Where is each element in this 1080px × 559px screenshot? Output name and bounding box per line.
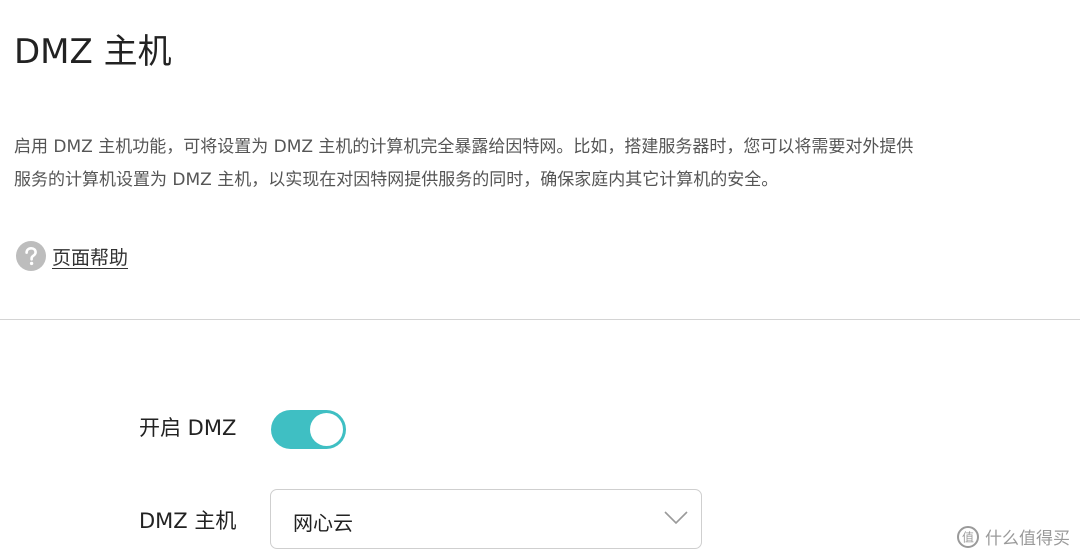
question-circle-icon xyxy=(16,241,46,271)
enable-dmz-label: 开启 DMZ xyxy=(139,416,237,440)
smzdm-logo-icon: 值 xyxy=(957,525,979,548)
dmz-host-selected-value: 网心云 xyxy=(293,511,353,535)
toggle-knob xyxy=(310,413,343,446)
page-help-link[interactable]: 页面帮助 xyxy=(52,243,128,270)
watermark: 值 什么值得买 xyxy=(957,524,1070,549)
description-line-2: 服务的计算机设置为 DMZ 主机，以实现在对因特网提供服务的同时，确保家庭内其它… xyxy=(14,170,779,190)
page-help[interactable]: 页面帮助 xyxy=(16,241,128,271)
dmz-host-select[interactable]: 网心云 xyxy=(270,489,702,549)
dmz-settings-page: DMZ 主机 启用 DMZ 主机功能，可将设置为 DMZ 主机的计算机完全暴露给… xyxy=(0,0,1080,559)
page-title: DMZ 主机 xyxy=(14,32,172,72)
section-divider xyxy=(0,319,1080,320)
description-line-1: 启用 DMZ 主机功能，可将设置为 DMZ 主机的计算机完全暴露给因特网。比如，… xyxy=(14,137,914,157)
dmz-host-label: DMZ 主机 xyxy=(139,509,237,533)
chevron-down-icon xyxy=(664,511,688,525)
watermark-text: 什么值得买 xyxy=(985,529,1070,549)
svg-text:值: 值 xyxy=(962,529,974,544)
page-description: 启用 DMZ 主机功能，可将设置为 DMZ 主机的计算机完全暴露给因特网。比如，… xyxy=(14,131,1014,197)
enable-dmz-toggle[interactable] xyxy=(271,410,346,449)
